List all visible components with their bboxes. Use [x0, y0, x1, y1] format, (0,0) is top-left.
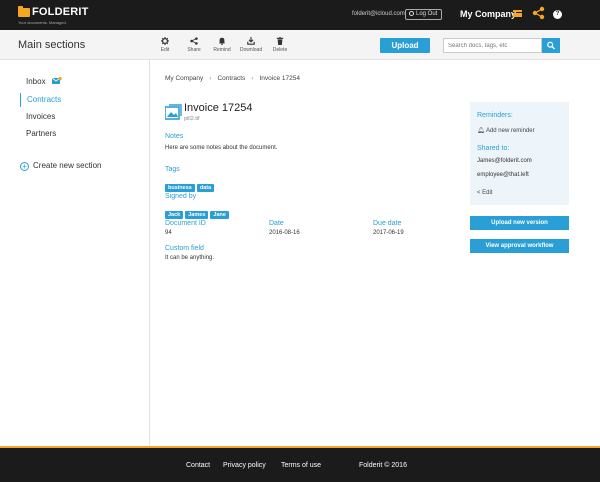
download-button[interactable]: Download	[239, 37, 263, 53]
upload-new-version-button[interactable]: Upload new version	[470, 216, 569, 230]
envelope-icon	[52, 77, 62, 84]
signed-by-label: Signed by	[165, 193, 197, 200]
folder-logo-icon	[18, 6, 30, 17]
document-id-value: 94	[165, 230, 172, 236]
power-icon	[409, 11, 414, 16]
signer-badge: Jane	[210, 211, 229, 219]
notes-text: Here are some notes about the document.	[165, 145, 278, 151]
document-id-label: Document ID	[165, 220, 206, 227]
breadcrumb: My Company › Contracts › Invoice 17254	[165, 75, 300, 82]
brand-name: FOLDERIT	[32, 6, 89, 18]
plus-icon: +	[20, 162, 29, 171]
signer-list: Jack James Jane	[165, 203, 231, 221]
gear-icon	[161, 37, 169, 45]
sidebar-item-label: Invoices	[26, 112, 56, 121]
document-filename[interactable]: pill2.tif	[184, 116, 200, 122]
shared-to-label: Shared to:	[477, 145, 510, 152]
sidebar-item-label: Inbox	[26, 77, 46, 86]
upload-button[interactable]: Upload	[380, 38, 430, 53]
due-date-value: 2017-06-19	[373, 230, 404, 236]
share-label: Share	[187, 47, 201, 53]
due-date-label: Due date	[373, 220, 402, 227]
share-icon[interactable]	[532, 6, 546, 20]
edit-sharing-label: Edit	[482, 190, 493, 196]
breadcrumb-current: Invoice 17254	[259, 75, 300, 82]
remind-label: Remind	[213, 47, 231, 53]
company-switcher[interactable]: My Company	[460, 9, 516, 19]
tags-label: Tags	[165, 166, 180, 173]
main-content: My Company › Contracts › Invoice 17254 Invoi…	[151, 60, 600, 446]
menu-icon[interactable]	[513, 10, 522, 17]
view-approval-workflow-button[interactable]: View approval workflow	[470, 239, 569, 253]
document-title: Invoice 17254	[184, 102, 253, 114]
trash-icon	[276, 37, 284, 45]
sidebar-item-contracts[interactable]: Contracts	[20, 93, 61, 107]
download-icon	[247, 37, 255, 45]
search-input[interactable]	[443, 38, 542, 53]
download-label: Download	[239, 47, 263, 53]
tag-badge[interactable]: business	[165, 184, 195, 192]
sidebar-item-label: Partners	[26, 129, 57, 138]
sidebar-item-partners[interactable]: Partners	[20, 127, 56, 141]
sidebar-item-invoices[interactable]: Invoices	[20, 110, 55, 124]
bell-plus-icon: 🔔︎	[477, 128, 486, 134]
search-icon	[547, 41, 555, 50]
add-reminder-label: Add new reminder	[485, 128, 535, 134]
sidebar: Inbox Contracts Invoices Partners + Creat…	[0, 60, 150, 446]
share-icon	[190, 37, 198, 45]
delete-button[interactable]: Delete	[268, 37, 292, 53]
date-value: 2016-08-16	[269, 230, 300, 236]
image-file-icon	[165, 104, 182, 120]
chevron-right-icon: ›	[209, 75, 212, 82]
add-reminder-button[interactable]: 🔔︎ Add new reminder	[477, 127, 535, 134]
shared-email: employee@that.left	[477, 172, 529, 178]
delete-label: Delete	[272, 47, 288, 53]
share-button[interactable]: Share	[182, 37, 206, 53]
footer-copyright: Folderit © 2016	[359, 462, 407, 469]
bell-icon	[218, 37, 226, 45]
breadcrumb-contracts[interactable]: Contracts	[217, 75, 245, 82]
shared-email: James@folderit.com	[477, 158, 532, 164]
edit-label: Edit	[160, 47, 170, 53]
reminders-label: Reminders:	[477, 112, 513, 119]
footer-contact-link[interactable]: Contact	[186, 462, 210, 469]
footer-terms-link[interactable]: Terms of use	[281, 462, 321, 469]
search-button[interactable]	[542, 38, 560, 53]
footer: Contact Privacy policy Terms of use Fold…	[0, 446, 600, 482]
custom-field-value: It can be anything.	[165, 255, 215, 261]
reminders-panel: Reminders: 🔔︎ Add new reminder Shared to…	[470, 102, 569, 205]
custom-field-label: Custom field	[165, 245, 204, 252]
date-label: Date	[269, 220, 284, 227]
footer-privacy-link[interactable]: Privacy policy	[223, 462, 266, 469]
top-bar: FOLDERIT Your documents. Managed. folder…	[0, 0, 600, 30]
sidebar-item-inbox[interactable]: Inbox	[20, 75, 62, 89]
brand-tagline: Your documents. Managed.	[18, 20, 67, 25]
create-section-label: Create new section	[33, 161, 102, 170]
sidebar-item-label: Contracts	[27, 95, 62, 104]
logout-label: Log Out	[416, 11, 438, 17]
logout-button[interactable]: Log Out	[405, 9, 443, 20]
signer-badge: James	[185, 211, 209, 219]
help-icon[interactable]: ?	[553, 10, 562, 19]
edit-sharing-button[interactable]: < Edit	[477, 190, 493, 196]
edit-button[interactable]: Edit	[153, 37, 177, 53]
tag-badge[interactable]: data	[196, 184, 215, 192]
user-email: folderit@icloud.com	[352, 11, 405, 17]
create-section-button[interactable]: + Create new section	[20, 161, 101, 171]
signer-badge: Jack	[165, 211, 184, 219]
remind-button[interactable]: Remind	[210, 37, 234, 53]
chevron-right-icon: ›	[251, 75, 254, 82]
page-title: Main sections	[18, 39, 86, 51]
breadcrumb-company[interactable]: My Company	[165, 75, 203, 82]
tag-list: business data	[165, 176, 216, 194]
toolbar: Main sections Edit Share Remind Download…	[0, 30, 600, 60]
notes-label: Notes	[165, 133, 184, 140]
